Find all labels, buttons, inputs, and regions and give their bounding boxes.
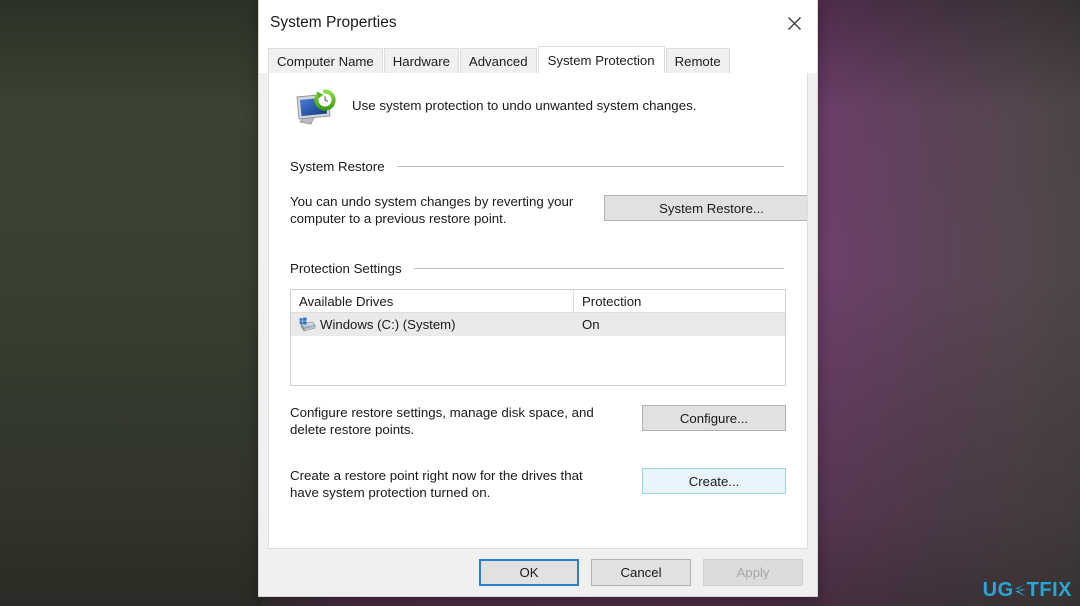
create-row: Create a restore point right now for the… xyxy=(290,467,786,501)
protection-settings-heading: Protection Settings xyxy=(290,261,786,276)
system-restore-heading: System Restore xyxy=(290,159,786,174)
cancel-button[interactable]: Cancel xyxy=(591,559,691,586)
create-button-wrap: Create... xyxy=(642,468,786,494)
configure-description: Configure restore settings, manage disk … xyxy=(290,405,594,437)
dialog-title: System Properties xyxy=(270,14,397,31)
tab-system-protection[interactable]: System Protection xyxy=(537,46,665,73)
panel-header: Use system protection to undo unwanted s… xyxy=(290,73,786,132)
ugetfix-lightning-e-icon xyxy=(1013,581,1028,599)
system-restore-button-wrap: System Restore... xyxy=(604,195,807,221)
table-row[interactable]: Windows (C:) (System) On xyxy=(291,313,785,336)
tab-label: Hardware xyxy=(392,53,450,69)
tab-hardware[interactable]: Hardware xyxy=(383,48,459,73)
system-protection-monitor-restore-icon xyxy=(296,89,336,125)
create-description: Create a restore point right now for the… xyxy=(290,468,583,500)
column-header-available-drives[interactable]: Available Drives xyxy=(291,290,574,312)
system-restore-heading-label: System Restore xyxy=(290,159,385,174)
tab-label: Advanced xyxy=(468,53,528,69)
ugetfix-watermark: UG TFIX xyxy=(983,580,1072,600)
dialog-titlebar: System Properties xyxy=(259,0,817,46)
watermark-text-b: TFIX xyxy=(1026,579,1072,601)
table-header-row: Available Drives Protection xyxy=(291,290,785,313)
hard-drive-windows-icon xyxy=(299,317,316,332)
system-properties-dialog: System Properties Computer Name Hardware… xyxy=(258,0,818,597)
tab-computer-name[interactable]: Computer Name xyxy=(268,48,383,73)
tab-label: Computer Name xyxy=(277,53,374,69)
tab-remote[interactable]: Remote xyxy=(665,48,730,73)
configure-button[interactable]: Configure... xyxy=(642,405,786,431)
column-header-protection[interactable]: Protection xyxy=(574,290,785,312)
system-restore-description: You can undo system changes by reverting… xyxy=(290,194,574,226)
divider xyxy=(413,268,784,269)
cell-drive: Windows (C:) (System) xyxy=(291,313,574,336)
panel-header-text: Use system protection to undo unwanted s… xyxy=(352,98,697,113)
close-icon[interactable] xyxy=(771,0,817,46)
drive-label: Windows (C:) (System) xyxy=(320,317,456,332)
tabstrip: Computer Name Hardware Advanced System P… xyxy=(259,46,817,73)
protection-settings-heading-label: Protection Settings xyxy=(290,261,402,276)
tab-label: Remote xyxy=(674,53,721,69)
divider xyxy=(396,166,784,167)
system-restore-button[interactable]: System Restore... xyxy=(604,195,807,221)
ok-button[interactable]: OK xyxy=(479,559,579,586)
system-protection-panel: Use system protection to undo unwanted s… xyxy=(268,73,808,549)
create-button[interactable]: Create... xyxy=(642,468,786,494)
configure-button-wrap: Configure... xyxy=(642,405,786,431)
available-drives-table[interactable]: Available Drives Protection Windows (C:)… xyxy=(290,289,786,386)
apply-button: Apply xyxy=(703,559,803,586)
tab-advanced[interactable]: Advanced xyxy=(459,48,537,73)
watermark-text-a: UG xyxy=(982,579,1014,601)
desktop-background: System Properties Computer Name Hardware… xyxy=(0,0,1080,606)
cell-protection: On xyxy=(582,317,600,332)
desktop-left-region xyxy=(0,0,262,606)
system-restore-row: You can undo system changes by reverting… xyxy=(290,193,807,227)
configure-row: Configure restore settings, manage disk … xyxy=(290,404,786,438)
tab-label: System Protection xyxy=(547,52,655,68)
dialog-footer: OK Cancel Apply xyxy=(259,549,817,596)
